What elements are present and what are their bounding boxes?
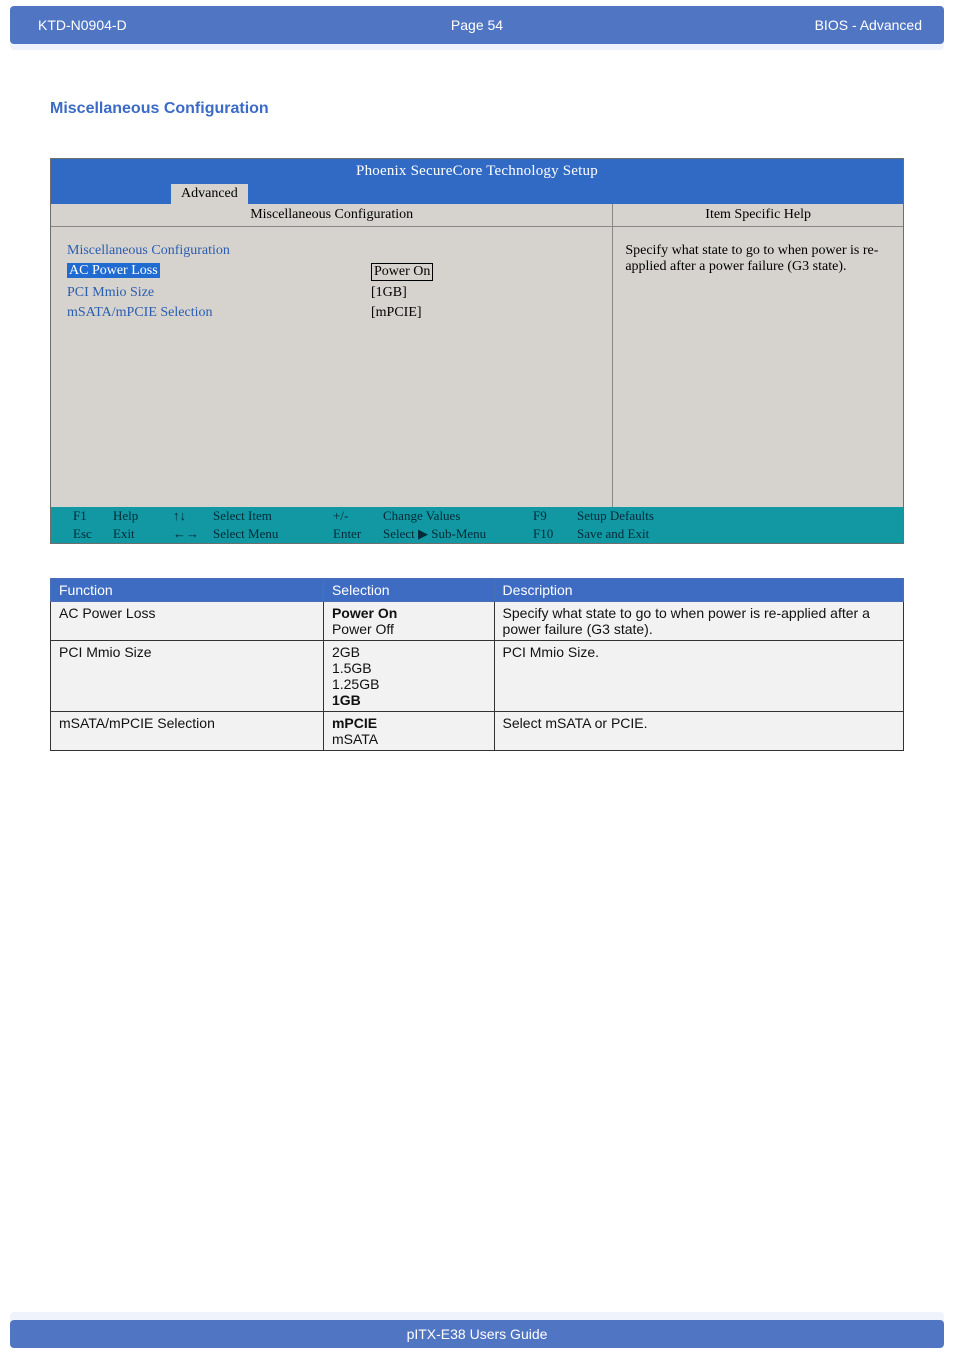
bios-options-header: Miscellaneous Configuration bbox=[67, 243, 600, 259]
bios-label-select-menu: Select Menu bbox=[213, 526, 333, 542]
guide-name: pITX-E38 Users Guide bbox=[407, 1326, 548, 1342]
bios-label-save-exit: Save and Exit bbox=[577, 526, 649, 542]
table-cell-description: Select mSATA or PCIE. bbox=[494, 712, 903, 751]
bios-option-pci-mmio-size[interactable]: PCI Mmio Size[1GB] bbox=[67, 285, 600, 301]
table-row: mSATA/mPCIE SelectionmPCIEmSATASelect mS… bbox=[51, 712, 904, 751]
bios-label-select-item: Select Item bbox=[213, 508, 333, 524]
bios-option-label: AC Power Loss bbox=[67, 263, 160, 278]
bios-key-f1: F1 bbox=[73, 508, 113, 524]
table-row: PCI Mmio Size2GB1.5GB1.25GB1GBPCI Mmio S… bbox=[51, 641, 904, 712]
bios-screenshot: Phoenix SecureCore Technology Setup Adva… bbox=[50, 158, 904, 544]
bios-key-esc: Esc bbox=[73, 526, 113, 542]
bios-option-label: mSATA/mPCIE Selection bbox=[67, 305, 371, 321]
bios-options-pane: Miscellaneous Configuration AC Power Loss… bbox=[51, 227, 613, 507]
bios-help-title: Item Specific Help bbox=[613, 204, 903, 226]
bios-label-change-values: Change Values bbox=[383, 508, 533, 524]
table-cell-function: AC Power Loss bbox=[51, 602, 324, 641]
page-footer: pITX-E38 Users Guide bbox=[10, 1320, 944, 1348]
table-cell-description: PCI Mmio Size. bbox=[494, 641, 903, 712]
bios-key-updown: ↑↓ bbox=[173, 508, 213, 524]
table-header-function: Function bbox=[51, 579, 324, 602]
bios-tab-advanced[interactable]: Advanced bbox=[171, 184, 248, 204]
doc-id: KTD-N0904-D bbox=[10, 17, 230, 33]
bios-label-select-sub: Select ▶ Sub-Menu bbox=[383, 526, 533, 542]
table-cell-selection: 2GB1.5GB1.25GB1GB bbox=[323, 641, 494, 712]
section-name: BIOS - Advanced bbox=[815, 17, 922, 33]
bios-title: Phoenix SecureCore Technology Setup bbox=[51, 159, 903, 184]
bios-option-value: Power On bbox=[371, 263, 433, 281]
bios-panel-title: Miscellaneous Configuration bbox=[51, 204, 613, 226]
bios-label-exit: Exit bbox=[113, 526, 173, 542]
bios-help-pane: Specify what state to go to when power i… bbox=[613, 227, 903, 507]
table-cell-description: Specify what state to go to when power i… bbox=[494, 602, 903, 641]
section-title: Miscellaneous Configuration bbox=[50, 100, 904, 118]
table-cell-selection: Power OnPower Off bbox=[323, 602, 494, 641]
bios-footer: F1 Help ↑↓ Select Item +/- Change Values… bbox=[51, 507, 903, 543]
bios-key-enter: Enter bbox=[333, 526, 383, 542]
table-row: AC Power LossPower OnPower OffSpecify wh… bbox=[51, 602, 904, 641]
bios-key-f10: F10 bbox=[533, 526, 577, 542]
bios-key-f9: F9 bbox=[533, 508, 577, 524]
table-cell-function: mSATA/mPCIE Selection bbox=[51, 712, 324, 751]
table-cell-function: PCI Mmio Size bbox=[51, 641, 324, 712]
table-header-description: Description bbox=[494, 579, 903, 602]
bios-option-value: [1GB] bbox=[371, 285, 407, 301]
options-table: Function Selection Description AC Power … bbox=[50, 578, 904, 751]
bios-option-value: [mPCIE] bbox=[371, 305, 422, 321]
bios-option-label: PCI Mmio Size bbox=[67, 285, 371, 301]
bios-help-text: Specify what state to go to when power i… bbox=[625, 243, 878, 274]
bios-option-ac-power-loss[interactable]: AC Power Loss Power On bbox=[67, 263, 600, 281]
bios-label-help: Help bbox=[113, 508, 173, 524]
bios-option-msata-mpcie[interactable]: mSATA/mPCIE Selection[mPCIE] bbox=[67, 305, 600, 321]
table-cell-selection: mPCIEmSATA bbox=[323, 712, 494, 751]
table-header-selection: Selection bbox=[323, 579, 494, 602]
bios-key-leftright: ←→ bbox=[173, 526, 213, 542]
page-header: KTD-N0904-D Page 54 BIOS - Advanced bbox=[10, 6, 944, 44]
bios-label-setup-defaults: Setup Defaults bbox=[577, 508, 654, 524]
bios-key-plusminus: +/- bbox=[333, 508, 383, 524]
